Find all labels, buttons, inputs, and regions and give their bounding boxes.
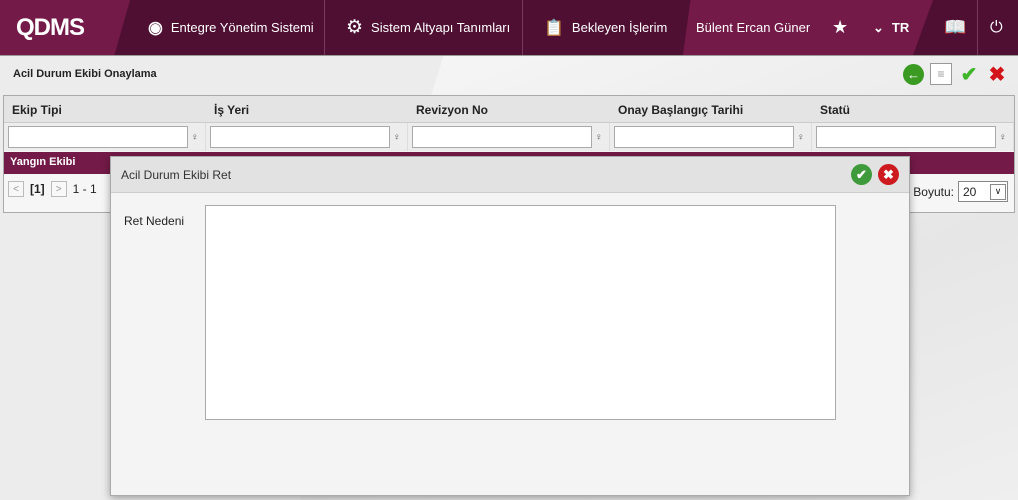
language-label: TR	[891, 20, 910, 35]
nav-label: Sistem Altyapı Tanımları	[371, 20, 511, 35]
dialog-title: Acil Durum Ekibi Ret	[121, 168, 232, 182]
language-selector[interactable]: ⌄ TR	[873, 0, 909, 55]
divider	[977, 0, 978, 55]
next-page-button[interactable]: >	[50, 181, 67, 197]
filter-input[interactable]	[8, 126, 188, 148]
filter-input[interactable]	[816, 126, 996, 148]
record-range: 1 - 1	[72, 182, 97, 196]
column-header[interactable]: Revizyon No	[408, 96, 610, 122]
page-size-value: 20	[963, 184, 977, 199]
reason-label: Ret Nedeni	[124, 214, 185, 228]
star-icon[interactable]: ★	[832, 0, 848, 55]
back-arrow-icon[interactable]: ←	[903, 63, 924, 85]
nav-sistem[interactable]: ⚙ Sistem Altyapı Tanımları	[346, 0, 510, 55]
reject-x-icon[interactable]: ✖	[986, 63, 1008, 86]
logo[interactable]: QDMS	[16, 14, 85, 42]
confirm-check-icon[interactable]: ✔	[851, 164, 872, 185]
filter-icon[interactable]: ♀	[595, 132, 605, 143]
user-name[interactable]: Bülent Ercan Güner	[696, 0, 810, 55]
chevron-down-icon: ⌄	[873, 19, 884, 35]
divider	[324, 0, 325, 55]
nav-label: Bekleyen İşlerim	[571, 20, 668, 35]
reason-textarea[interactable]	[205, 205, 836, 420]
user-label: Bülent Ercan Güner	[696, 20, 811, 35]
top-header: QDMS ◉ Entegre Yönetim Sistemi ⚙ Sistem Al…	[0, 0, 1018, 56]
clipboard-icon: 📋	[544, 19, 564, 37]
reject-dialog: Acil Durum Ekibi Ret ✔ ✖ Ret Nedeni	[110, 156, 910, 496]
close-x-icon[interactable]: ✖	[878, 164, 899, 185]
nav-label: Entegre Yönetim Sistemi	[170, 20, 314, 35]
filter-icon[interactable]: ♀	[191, 132, 201, 143]
nav-bekleyen[interactable]: 📋 Bekleyen İşlerim	[544, 0, 667, 55]
chevron-down-icon: ∨	[990, 183, 1006, 200]
divider	[522, 0, 523, 55]
nav-entegre[interactable]: ◉ Entegre Yönetim Sistemi	[148, 0, 314, 55]
prev-page-button[interactable]: <	[8, 181, 24, 197]
current-page: [1]	[30, 182, 45, 196]
filter-input[interactable]	[614, 126, 794, 148]
power-icon[interactable]: ⏻	[990, 0, 1003, 55]
column-header[interactable]: İş Yeri	[206, 96, 408, 122]
column-header[interactable]: Ekip Tipi	[4, 96, 206, 122]
page-titlebar: Acil Durum Ekibi Onaylama ← ≡ ✔ ✖	[0, 57, 1018, 93]
column-header[interactable]: Onay Başlangıç Tarihi	[610, 96, 812, 122]
filter-icon[interactable]: ♀	[999, 132, 1009, 143]
page-size-label: a Boyutu:	[903, 184, 954, 199]
help-book-icon[interactable]: 📖	[944, 0, 966, 55]
gear-icon: ⚙	[346, 17, 364, 38]
list-icon[interactable]: ≡	[930, 63, 952, 85]
filter-icon[interactable]: ♀	[393, 132, 403, 143]
filter-input[interactable]	[210, 126, 390, 148]
approve-check-icon[interactable]: ✔	[958, 63, 980, 86]
column-header[interactable]: Statü	[812, 96, 1014, 122]
page-size-select[interactable]: 20 ∨	[958, 181, 1008, 202]
filter-icon[interactable]: ♀	[797, 132, 807, 143]
filter-input[interactable]	[412, 126, 592, 148]
qdms-icon: ◉	[148, 17, 163, 37]
page-title: Acil Durum Ekibi Onaylama	[13, 68, 157, 80]
